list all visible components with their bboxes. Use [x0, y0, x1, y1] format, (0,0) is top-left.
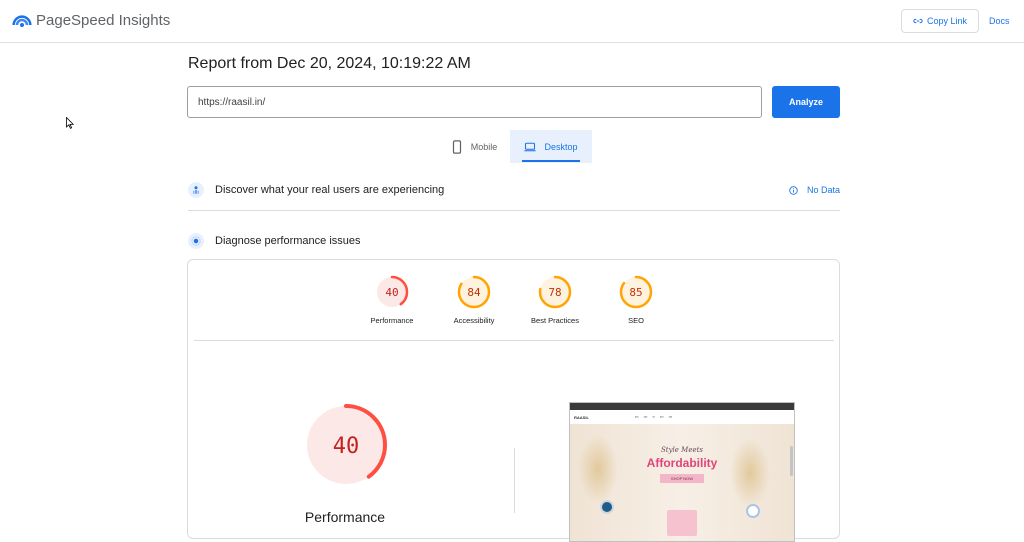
- gift-box: [667, 510, 697, 536]
- gauge-best-practices[interactable]: 78 Best Practices: [520, 274, 590, 325]
- main-score-label: Performance: [304, 509, 386, 525]
- info-icon: [789, 185, 798, 195]
- screenshot-announcement-bar: [570, 403, 794, 410]
- real-users-section[interactable]: Discover what your real users are experi…: [188, 180, 840, 200]
- gauge-best-practices-label: Best Practices: [531, 316, 579, 325]
- top-bar: PageSpeed Insights Copy Link Docs: [0, 0, 1024, 43]
- gauge-seo-ring: 85: [619, 275, 653, 309]
- pendant-evil-eye: [746, 504, 760, 518]
- screenshot-nav: RAASIL ▪▪▪ ▪▪▪ ▪▪ ▪▪▪ ▪▪▪: [570, 410, 794, 424]
- app-logo[interactable]: PageSpeed Insights: [12, 10, 170, 30]
- tab-mobile-label: Mobile: [470, 141, 498, 152]
- screenshot-headline-small: Style Meets: [660, 446, 704, 454]
- app-name: PageSpeed Insights: [36, 11, 171, 29]
- screenshot-headline-big: Affordability: [646, 456, 718, 470]
- real-users-heading: Discover what your real users are experi…: [215, 184, 445, 196]
- gauge-performance-ring: 40: [375, 275, 409, 309]
- url-input[interactable]: [187, 86, 762, 118]
- tab-mobile[interactable]: Mobile: [440, 130, 508, 163]
- copy-link-button[interactable]: Copy Link: [901, 9, 979, 33]
- laptop-icon: [524, 142, 537, 151]
- screenshot-hero: Style Meets Affordability SHOP NOW: [570, 424, 794, 541]
- tab-desktop[interactable]: Desktop: [510, 130, 592, 163]
- docs-link[interactable]: Docs: [989, 16, 1010, 26]
- copy-link-label: Copy Link: [926, 16, 968, 26]
- lab-icon: [188, 233, 204, 249]
- gauge-accessibility-ring: 84: [457, 275, 491, 309]
- no-data-status[interactable]: No Data: [789, 185, 840, 195]
- gauge-accessibility-label: Accessibility: [453, 316, 495, 325]
- main-performance-gauge: 40: [305, 404, 387, 486]
- page-screenshot: RAASIL ▪▪▪ ▪▪▪ ▪▪ ▪▪▪ ▪▪▪ Style Meets Afford…: [569, 402, 795, 542]
- report-title: Report from Dec 20, 2024, 10:19:22 AM: [188, 55, 471, 72]
- section-divider: [188, 210, 840, 211]
- score-gauges: 40 Performance 84 Accessibility 78 Best …: [188, 274, 841, 334]
- screenshot-nav-links: ▪▪▪ ▪▪▪ ▪▪ ▪▪▪ ▪▪▪: [634, 415, 673, 419]
- pendant-blue: [600, 500, 614, 514]
- active-tab-indicator: [522, 160, 580, 162]
- gauge-accessibility-value: 84: [467, 286, 481, 299]
- no-data-label: No Data: [806, 185, 840, 195]
- gauge-best-practices-value: 78: [548, 286, 561, 299]
- screenshot-scrollbar: [790, 446, 793, 476]
- analyze-button[interactable]: Analyze: [772, 86, 840, 118]
- users-icon: [188, 182, 204, 198]
- gauge-performance[interactable]: 40 Performance: [357, 274, 427, 325]
- gauge-performance-label: Performance: [370, 316, 414, 325]
- card-divider: [194, 340, 834, 341]
- smartphone-icon: [452, 139, 461, 154]
- gauge-best-practices-ring: 78: [538, 275, 572, 309]
- diagnose-heading: Diagnose performance issues: [215, 235, 361, 247]
- screenshot-shop-button: SHOP NOW: [660, 474, 704, 483]
- link-icon: [913, 18, 923, 24]
- vertical-separator: [514, 448, 515, 513]
- diagnostics-card: 40 Performance 84 Accessibility 78 Best …: [187, 259, 841, 542]
- main-score-value: 40: [333, 434, 360, 459]
- diagnose-section: Diagnose performance issues: [188, 231, 840, 251]
- gauge-performance-value: 40: [385, 286, 398, 299]
- mouse-pointer-icon: [66, 117, 74, 129]
- pagespeed-logo-icon: [12, 15, 32, 28]
- gauge-seo-value: 85: [629, 286, 642, 299]
- gauge-seo-label: SEO: [628, 316, 644, 325]
- gauge-seo[interactable]: 85 SEO: [601, 274, 671, 325]
- tab-desktop-label: Desktop: [544, 141, 578, 152]
- screenshot-brand: RAASIL: [574, 414, 589, 420]
- gauge-accessibility[interactable]: 84 Accessibility: [439, 274, 509, 325]
